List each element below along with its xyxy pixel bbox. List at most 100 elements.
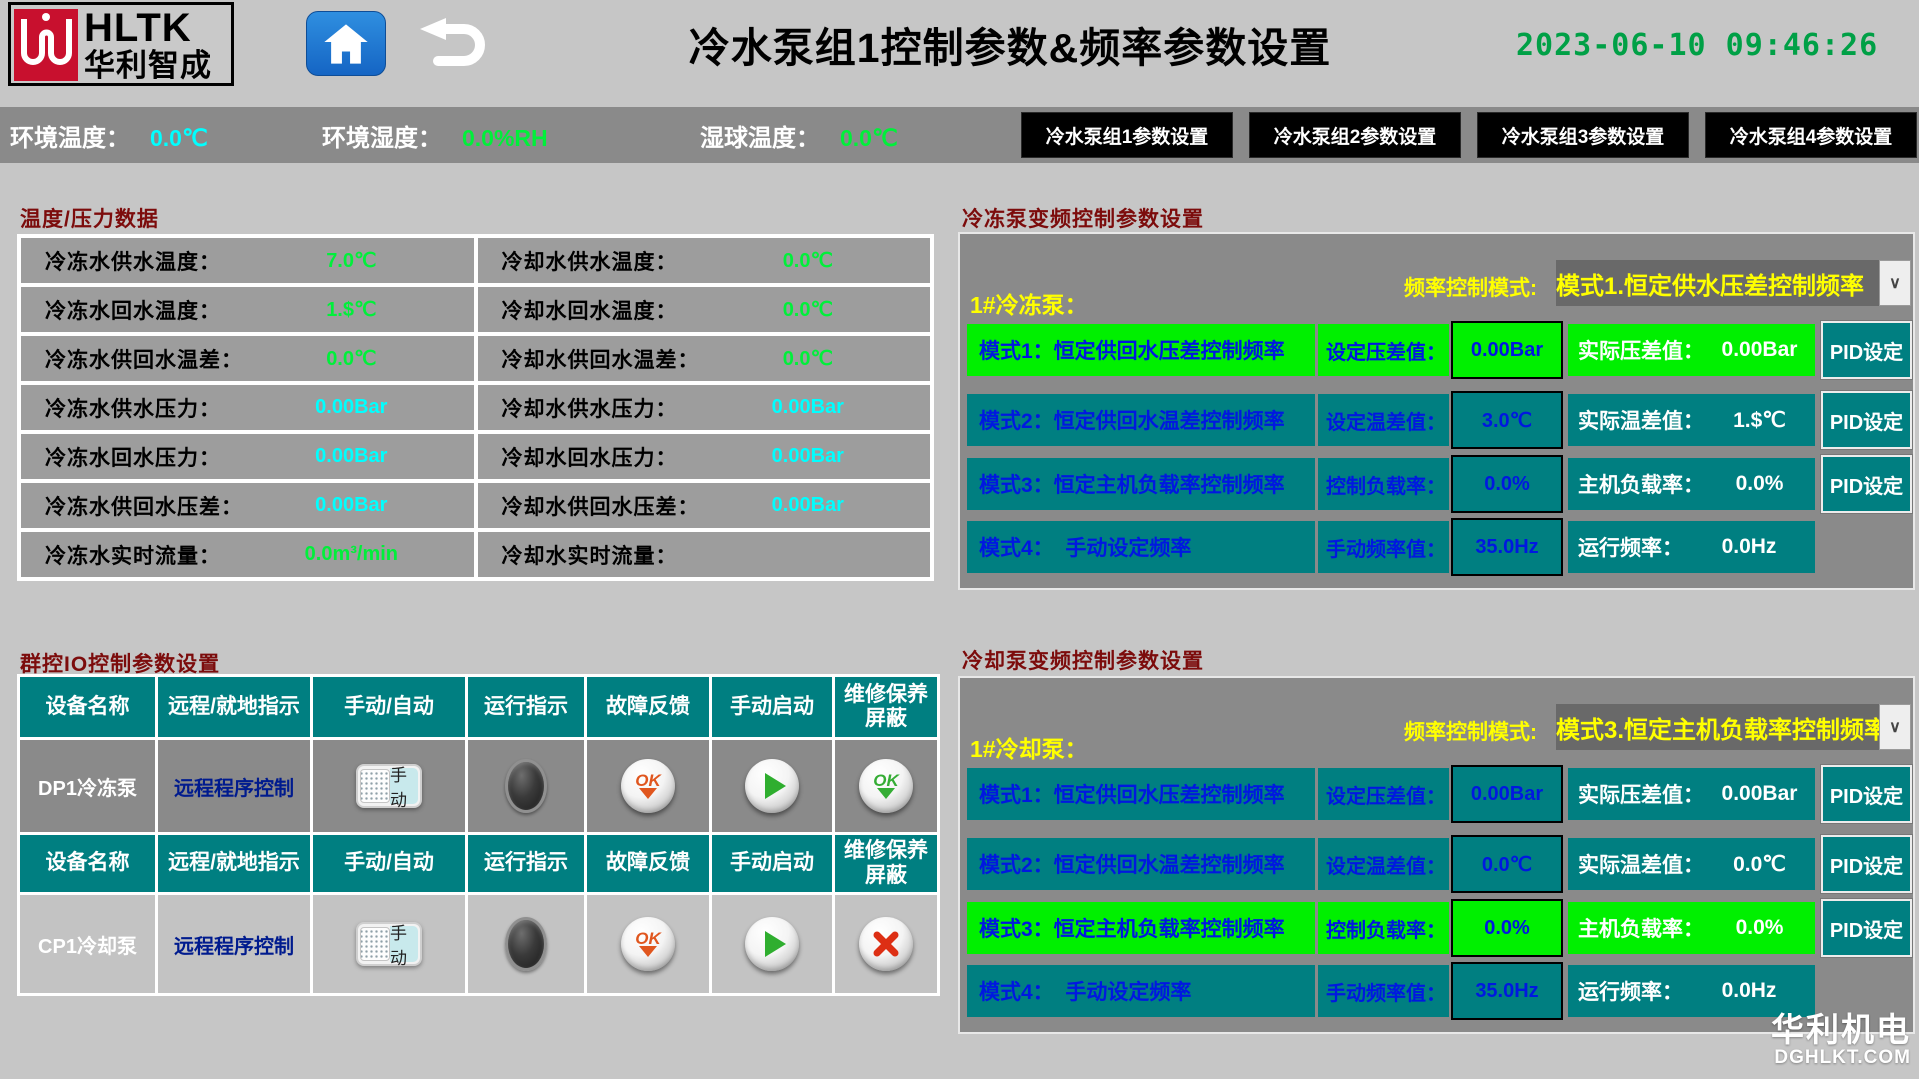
env-stat: 环境湿度：0.0%RH xyxy=(322,118,572,153)
mode-option-button[interactable]: 模式2：恒定供回水温差控制频率 xyxy=(967,838,1315,890)
remote-indicator-cell: 远程程序控制 xyxy=(158,895,310,993)
brand-name: 华利机电 xyxy=(1771,1012,1911,1048)
setpoint-label: 设定温差值： xyxy=(1318,394,1449,446)
measurement-cell: 冷冻水实时流量：0.0m³/min xyxy=(21,532,474,577)
maintenance-mask-button[interactable] xyxy=(859,917,913,971)
actual-value: 1.$℃ xyxy=(1704,408,1815,433)
actual-label: 运行频率： xyxy=(1578,532,1683,562)
setpoint-label: 设定压差值： xyxy=(1318,768,1449,820)
actual-value: 0.0% xyxy=(1704,916,1815,940)
actual-label: 实际压差值： xyxy=(1578,335,1704,365)
maintenance-mask-button[interactable]: OK xyxy=(859,759,913,813)
pid-settings-button[interactable]: PID设定 xyxy=(1821,391,1912,449)
io-column-header: 手动/自动 xyxy=(313,677,465,737)
measurement-value: 0.00Bar xyxy=(256,445,446,468)
io-column-header: 运行指示 xyxy=(468,835,584,892)
chevron-down-icon[interactable]: ∨ xyxy=(1879,260,1911,306)
actual-label: 实际温差值： xyxy=(1578,405,1704,435)
manual-start-button[interactable] xyxy=(745,759,799,813)
frequency-mode-value: 模式3.恒定主机负载率控制频率 xyxy=(1556,704,1879,750)
back-button[interactable] xyxy=(414,16,492,74)
device-name-cell: DP1冷冻泵 xyxy=(20,740,155,832)
setpoint-value-input[interactable]: 35.0Hz xyxy=(1451,518,1563,576)
chevron-down-icon xyxy=(877,788,895,799)
measurement-label: 冷冻水供回水温差： xyxy=(21,344,243,374)
env-stat: 环境温度：0.0℃ xyxy=(10,118,260,153)
measurement-cell: 冷冻水供水温度：7.0℃ xyxy=(21,238,474,283)
manual-start-button[interactable] xyxy=(745,917,799,971)
x-icon xyxy=(871,929,901,959)
pump-group-4-settings-button[interactable]: 冷水泵组4参数设置 xyxy=(1705,112,1917,158)
home-icon xyxy=(323,23,369,65)
frequency-mode-label: 频率控制模式: xyxy=(1404,272,1537,302)
actual-value-cell: 实际压差值：0.00Bar xyxy=(1568,324,1815,376)
home-button[interactable] xyxy=(306,11,386,76)
actual-value: 0.0℃ xyxy=(1704,852,1815,877)
cooling-pump-panel: 1#冷却泵：频率控制模式:模式3.恒定主机负载率控制频率∨模式1：恒定供回水压差… xyxy=(958,676,1915,1034)
setpoint-value-input[interactable]: 0.0℃ xyxy=(1451,835,1563,893)
measurement-label: 冷却水供回水压差： xyxy=(478,491,700,521)
measurement-cell: 冷却水实时流量： xyxy=(478,532,931,577)
measurement-label: 冷却水供回水温差： xyxy=(478,344,700,374)
actual-value-cell: 实际压差值：0.00Bar xyxy=(1568,768,1815,820)
actual-value: 0.0Hz xyxy=(1683,979,1815,1003)
io-column-header: 设备名称 xyxy=(20,677,155,737)
measurement-cell: 冷却水供回水温差：0.0℃ xyxy=(478,336,931,381)
pid-settings-button[interactable]: PID设定 xyxy=(1821,321,1912,379)
setpoint-label: 设定温差值： xyxy=(1318,838,1449,890)
io-column-header: 设备名称 xyxy=(20,835,155,892)
actual-value-cell: 实际温差值：0.0℃ xyxy=(1568,838,1815,890)
manual-start-cell xyxy=(712,895,832,993)
measurement-label: 冷冻水回水压力： xyxy=(21,442,221,472)
setpoint-value-input[interactable]: 0.00Bar xyxy=(1451,765,1563,823)
pump-group-3-settings-button[interactable]: 冷水泵组3参数设置 xyxy=(1477,112,1689,158)
actual-label: 运行频率： xyxy=(1578,976,1683,1006)
chevron-down-icon[interactable]: ∨ xyxy=(1879,704,1911,750)
mode-option-button[interactable]: 模式2：恒定供回水温差控制频率 xyxy=(967,394,1315,446)
setpoint-value-input[interactable]: 3.0℃ xyxy=(1451,391,1563,449)
manual-start-cell xyxy=(712,740,832,832)
chiller-panel-title: 冷冻泵变频控制参数设置 xyxy=(962,203,1204,233)
maintenance-mask-cell: OK xyxy=(835,740,937,832)
measurement-value: 0.00Bar xyxy=(713,494,903,517)
io-column-header: 手动启动 xyxy=(712,835,832,892)
io-column-header: 维修保养 屏蔽 xyxy=(835,835,937,892)
frequency-mode-select[interactable]: 模式3.恒定主机负载率控制频率∨ xyxy=(1556,704,1911,750)
mode-row: 模式1：恒定供回水压差控制频率设定压差值：0.00Bar实际压差值：0.00Ba… xyxy=(960,324,1913,376)
pump-group-2-settings-button[interactable]: 冷水泵组2参数设置 xyxy=(1249,112,1461,158)
pump-group-1-settings-button[interactable]: 冷水泵组1参数设置 xyxy=(1021,112,1233,158)
pid-settings-button[interactable]: PID设定 xyxy=(1821,899,1912,957)
setpoint-value-input[interactable]: 35.0Hz xyxy=(1451,962,1563,1020)
actual-label: 实际压差值： xyxy=(1578,779,1704,809)
mode-option-button[interactable]: 模式3：恒定主机负载率控制频率 xyxy=(967,458,1315,510)
pid-settings-button[interactable]: PID设定 xyxy=(1821,765,1912,823)
pid-settings-button[interactable]: PID设定 xyxy=(1821,455,1912,513)
temp-pressure-table: 冷冻水供水温度：7.0℃冷却水供水温度：0.0℃冷冻水回水温度：1.$℃冷却水回… xyxy=(17,234,934,581)
toggle-mode-label: 手动 xyxy=(390,768,418,804)
mode-option-button[interactable]: 模式1：恒定供回水压差控制频率 xyxy=(967,324,1315,376)
pid-settings-button[interactable]: PID设定 xyxy=(1821,835,1912,893)
logo-icon xyxy=(14,7,78,81)
env-stat-value: 0.0℃ xyxy=(840,125,950,152)
measurement-value: 0.0℃ xyxy=(256,346,446,371)
manual-auto-toggle[interactable]: 手动 xyxy=(356,922,422,966)
actual-value-cell: 运行频率：0.0Hz xyxy=(1568,965,1815,1017)
setpoint-value-input[interactable]: 0.0% xyxy=(1451,455,1563,513)
io-column-header: 故障反馈 xyxy=(587,677,709,737)
io-column-header: 远程/就地指示 xyxy=(158,677,310,737)
setpoint-value-input[interactable]: 0.00Bar xyxy=(1451,321,1563,379)
mode-option-button[interactable]: 模式4： 手动设定频率 xyxy=(967,965,1315,1017)
frequency-mode-select[interactable]: 模式1.恒定供水压差控制频率∨ xyxy=(1556,260,1911,306)
manual-auto-toggle[interactable]: 手动 xyxy=(356,764,422,808)
mode-option-button[interactable]: 模式4： 手动设定频率 xyxy=(967,521,1315,573)
env-stat-label: 环境温度： xyxy=(10,118,130,153)
frequency-mode-label: 频率控制模式: xyxy=(1404,716,1537,746)
io-column-header: 手动启动 xyxy=(712,677,832,737)
mode-option-button[interactable]: 模式1：恒定供回水压差控制频率 xyxy=(967,768,1315,820)
measurement-cell: 冷却水供水温度：0.0℃ xyxy=(478,238,931,283)
run-indicator-cell xyxy=(468,740,584,832)
measurement-cell: 冷却水回水温度：0.0℃ xyxy=(478,287,931,332)
setpoint-value-input[interactable]: 0.0% xyxy=(1451,899,1563,957)
measurement-cell: 冷冻水回水压力： 0.00Bar xyxy=(21,434,474,479)
mode-option-button[interactable]: 模式3：恒定主机负载率控制频率 xyxy=(967,902,1315,954)
